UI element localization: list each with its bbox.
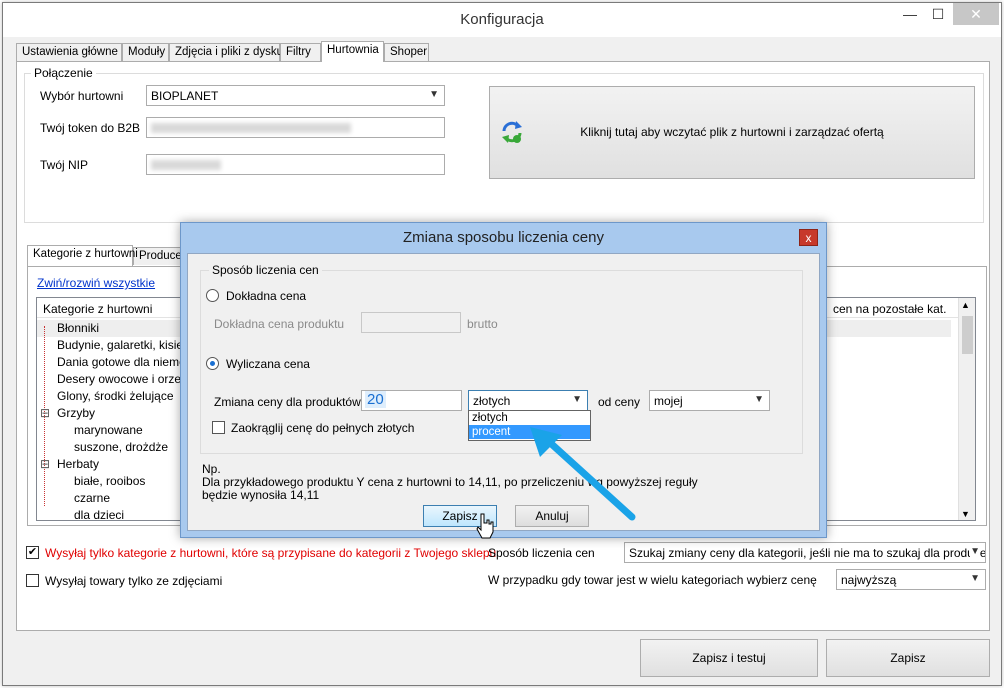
calculated-price-radio[interactable] bbox=[206, 357, 219, 370]
tab-photos-files[interactable]: Zdjęcia i pliki z dysku bbox=[169, 43, 283, 61]
group-legend: Sposób liczenia cen bbox=[209, 263, 322, 277]
maximize-button[interactable]: ☐ bbox=[923, 3, 953, 25]
window-title: Konfiguracja bbox=[460, 11, 544, 28]
tree-item[interactable]: Glony, środki żelujące bbox=[57, 389, 174, 403]
tree-item[interactable]: Grzyby bbox=[57, 406, 95, 420]
pointer-arrow-icon bbox=[530, 427, 636, 521]
example-heading: Np. bbox=[202, 462, 221, 476]
tree-item[interactable]: suszone, drożdże bbox=[74, 440, 168, 454]
token-label: Twój token do B2B bbox=[40, 121, 141, 135]
save-and-test-button[interactable]: Zapisz i testuj bbox=[640, 639, 818, 677]
tree-item[interactable]: marynowane bbox=[74, 423, 143, 437]
subtab-categories[interactable]: Kategorie z hurtowni bbox=[27, 245, 138, 266]
tree-right-header: cen na pozostałe kat. bbox=[833, 302, 947, 316]
price-change-value: 20 bbox=[365, 391, 386, 408]
round-checkbox[interactable] bbox=[212, 421, 225, 434]
round-label: Zaokrąglij cenę do pełnych złotych bbox=[231, 421, 415, 435]
exact-price-suffix: brutto bbox=[467, 317, 498, 331]
exact-price-radio[interactable] bbox=[206, 289, 219, 302]
wholesaler-select[interactable]: BIOPLANET ▼ bbox=[146, 85, 445, 106]
tree-item[interactable]: czarne bbox=[74, 491, 110, 505]
scroll-up-icon[interactable]: ▲ bbox=[961, 300, 970, 310]
tab-main-settings[interactable]: Ustawienia główne bbox=[16, 43, 122, 61]
tree-item[interactable]: Błonniki bbox=[57, 321, 99, 335]
tab-shoper[interactable]: Shoper bbox=[384, 43, 429, 61]
chevron-down-icon: ▼ bbox=[754, 394, 764, 405]
tree-scrollbar[interactable]: ▲ ▼ bbox=[958, 298, 975, 520]
save-button[interactable]: Zapisz bbox=[826, 639, 990, 677]
price-change-label: Zmiana ceny dla produktów o bbox=[214, 395, 371, 409]
minimize-button[interactable]: — bbox=[895, 3, 925, 25]
dialog-title: Zmiana sposobu liczenia ceny bbox=[403, 229, 604, 246]
price-change-input[interactable]: 20 bbox=[361, 390, 462, 411]
dialog-close-button[interactable]: x bbox=[799, 229, 818, 246]
example-line-2: będzie wynosiła 14,11 bbox=[202, 488, 320, 502]
tree-expand-icon[interactable]: ⊟ bbox=[40, 406, 50, 420]
photos-only-checkbox[interactable] bbox=[26, 574, 39, 587]
tab-filters[interactable]: Filtry bbox=[280, 43, 321, 61]
exact-price-input[interactable] bbox=[361, 312, 461, 333]
multi-category-select[interactable]: najwyższą ▼ bbox=[836, 569, 986, 590]
chevron-down-icon: ▼ bbox=[572, 394, 582, 405]
chevron-down-icon: ▼ bbox=[429, 89, 439, 100]
exact-product-label: Dokładna cena produktu bbox=[214, 317, 345, 331]
scroll-down-icon[interactable]: ▼ bbox=[961, 509, 970, 519]
tab-modules[interactable]: Moduły bbox=[122, 43, 169, 61]
from-price-value: mojej bbox=[654, 394, 683, 408]
price-method-select[interactable]: Szukaj zmiany ceny dla kategorii, jeśli … bbox=[624, 542, 986, 563]
price-method-dialog: Zmiana sposobu liczenia ceny x Sposób li… bbox=[180, 222, 827, 538]
tree-header: Kategorie z hurtowni bbox=[43, 302, 153, 316]
from-price-select[interactable]: mojej ▼ bbox=[649, 390, 770, 411]
title-bar: Konfiguracja — ☐ ✕ bbox=[3, 3, 1001, 37]
tree-item[interactable]: białe, rooibos bbox=[74, 474, 145, 488]
chevron-down-icon: ▼ bbox=[970, 573, 980, 584]
send-only-label: Wysyłaj tylko kategorie z hurtowni, któr… bbox=[45, 546, 497, 560]
close-button[interactable]: ✕ bbox=[953, 3, 999, 25]
tab-wholesale[interactable]: Hurtownia bbox=[321, 41, 384, 62]
unit-value: złotych bbox=[473, 394, 511, 408]
hand-cursor-icon bbox=[476, 513, 494, 539]
send-only-checkbox[interactable]: ✔ bbox=[26, 546, 39, 559]
connection-legend: Połączenie bbox=[31, 66, 96, 80]
tree-item[interactable]: dla dzieci bbox=[74, 508, 124, 520]
load-offer-label: Kliknij tutaj aby wczytać plik z hurtown… bbox=[580, 125, 884, 139]
load-offer-button[interactable]: Kliknij tutaj aby wczytać plik z hurtown… bbox=[489, 86, 975, 179]
exact-price-label: Dokładna cena bbox=[226, 289, 307, 303]
tree-item[interactable]: Desery owocowe i orzecho bbox=[57, 372, 200, 386]
chevron-down-icon: ▼ bbox=[970, 546, 980, 557]
nip-redacted bbox=[151, 160, 221, 170]
multi-category-value: najwyższą bbox=[841, 573, 897, 587]
scroll-thumb[interactable] bbox=[962, 316, 973, 354]
price-method-value: Szukaj zmiany ceny dla kategorii, jeśli … bbox=[629, 546, 986, 560]
calculated-price-label: Wyliczana cena bbox=[226, 357, 310, 371]
price-method-label: Sposób liczenia cen bbox=[488, 546, 595, 560]
expand-collapse-link[interactable]: Zwiń/rozwiń wszystkie bbox=[37, 276, 155, 290]
token-redacted bbox=[151, 123, 351, 133]
dialog-body: Sposób liczenia cen Dokładna cena Dokład… bbox=[187, 253, 820, 531]
nip-label: Twój NIP bbox=[40, 158, 89, 172]
token-input[interactable] bbox=[146, 117, 445, 138]
multi-category-label: W przypadku gdy towar jest w wielu kateg… bbox=[488, 573, 817, 587]
photos-only-label: Wysyłaj towary tylko ze zdjęciami bbox=[45, 574, 223, 588]
wholesaler-value: BIOPLANET bbox=[151, 89, 219, 103]
wholesaler-label: Wybór hurtowni bbox=[40, 89, 124, 103]
unit-option-zlotych[interactable]: złotych bbox=[469, 411, 590, 425]
unit-select[interactable]: złotych ▼ bbox=[468, 390, 588, 411]
tree-item[interactable]: Herbaty bbox=[57, 457, 99, 471]
from-price-label: od ceny bbox=[598, 395, 641, 409]
nip-input[interactable] bbox=[146, 154, 445, 175]
tree-expand-icon[interactable]: ⊟ bbox=[40, 457, 50, 471]
